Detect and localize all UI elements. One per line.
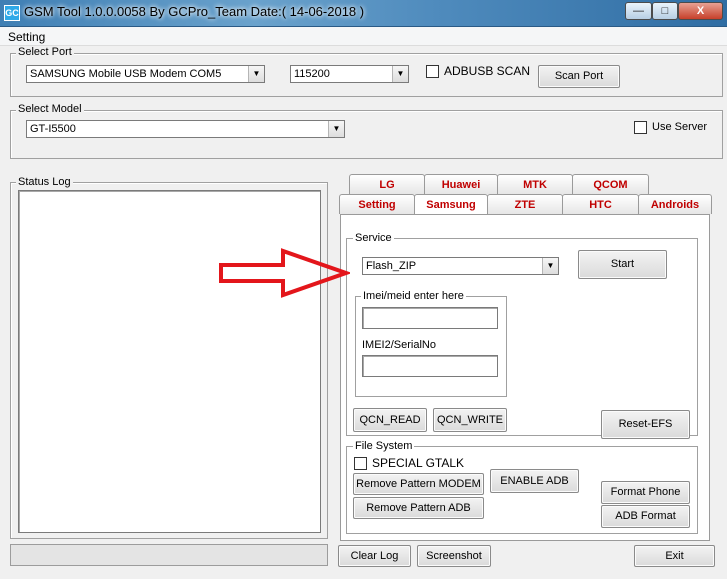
adbusb-scan-label: ADBUSB SCAN <box>444 64 531 78</box>
status-log-textarea[interactable] <box>18 190 321 533</box>
qcn-read-button[interactable]: QCN_READ <box>353 408 427 432</box>
menu-item-setting[interactable]: Setting <box>8 30 45 44</box>
tab-zte[interactable]: ZTE <box>487 194 563 214</box>
model-combo[interactable]: GT-I5500 ▼ <box>26 120 345 138</box>
service-combo[interactable]: Flash_ZIP ▼ <box>362 257 559 275</box>
select-model-legend: Select Model <box>16 103 84 115</box>
remove-pattern-modem-button[interactable]: Remove Pattern MODEM <box>353 473 484 495</box>
baud-combo[interactable]: 115200 ▼ <box>290 65 409 83</box>
scan-port-button[interactable]: Scan Port <box>538 65 620 88</box>
annotation-arrow-icon <box>219 248 350 298</box>
chevron-down-icon: ▼ <box>248 66 264 82</box>
imei-group-legend: Imei/meid enter here <box>361 290 466 302</box>
model-combo-value: GT-I5500 <box>30 123 76 135</box>
maximize-button[interactable]: □ <box>652 2 678 20</box>
select-port-legend: Select Port <box>16 46 74 58</box>
imei2-label: IMEI2/SerialNo <box>362 339 436 351</box>
port-combo-value: SAMSUNG Mobile USB Modem COM5 <box>30 68 222 80</box>
qcn-write-button[interactable]: QCN_WRITE <box>433 408 507 432</box>
remove-pattern-adb-button[interactable]: Remove Pattern ADB <box>353 497 484 519</box>
service-combo-value: Flash_ZIP <box>366 260 417 272</box>
imei2-serial-input[interactable] <box>362 355 498 377</box>
use-server-checkbox[interactable] <box>634 121 647 134</box>
chevron-down-icon: ▼ <box>542 258 558 274</box>
chevron-down-icon: ▼ <box>392 66 408 82</box>
file-system-legend: File System <box>353 440 415 452</box>
baud-combo-value: 115200 <box>294 68 330 80</box>
adbusb-scan-checkbox[interactable] <box>426 65 439 78</box>
special-gtalk-checkbox[interactable] <box>354 457 367 470</box>
service-legend: Service <box>353 232 394 244</box>
reset-efs-button[interactable]: Reset-EFS <box>601 410 690 439</box>
tab-samsung[interactable]: Samsung <box>414 194 488 216</box>
port-combo[interactable]: SAMSUNG Mobile USB Modem COM5 ▼ <box>26 65 265 83</box>
adb-format-button[interactable]: ADB Format <box>601 505 690 528</box>
close-button[interactable]: X <box>678 2 723 20</box>
use-server-label: Use Server <box>652 121 708 133</box>
window-title: GSM Tool 1.0.0.0058 By GCPro_Team Date:(… <box>24 4 365 19</box>
exit-button[interactable]: Exit <box>634 545 715 567</box>
special-gtalk-label: SPECIAL GTALK <box>372 456 465 470</box>
chevron-down-icon: ▼ <box>328 121 344 137</box>
format-phone-button[interactable]: Format Phone <box>601 481 690 504</box>
imei-input[interactable] <box>362 307 498 329</box>
minimize-button[interactable]: — <box>625 2 652 20</box>
tab-setting[interactable]: Setting <box>339 194 415 214</box>
clear-log-button[interactable]: Clear Log <box>338 545 411 567</box>
app-icon: GC <box>4 5 20 21</box>
tab-qcom[interactable]: QCOM <box>572 174 649 194</box>
tab-huawei[interactable]: Huawei <box>424 174 498 194</box>
menu-bar <box>0 27 727 46</box>
enable-adb-button[interactable]: ENABLE ADB <box>490 469 579 493</box>
progress-bar <box>10 544 328 566</box>
tab-androids[interactable]: Androids <box>638 194 712 214</box>
tab-htc[interactable]: HTC <box>562 194 639 214</box>
tab-mtk[interactable]: MTK <box>497 174 573 194</box>
start-button[interactable]: Start <box>578 250 667 279</box>
tab-lg[interactable]: LG <box>349 174 425 194</box>
status-log-legend: Status Log <box>16 176 73 188</box>
screenshot-button[interactable]: Screenshot <box>417 545 491 567</box>
